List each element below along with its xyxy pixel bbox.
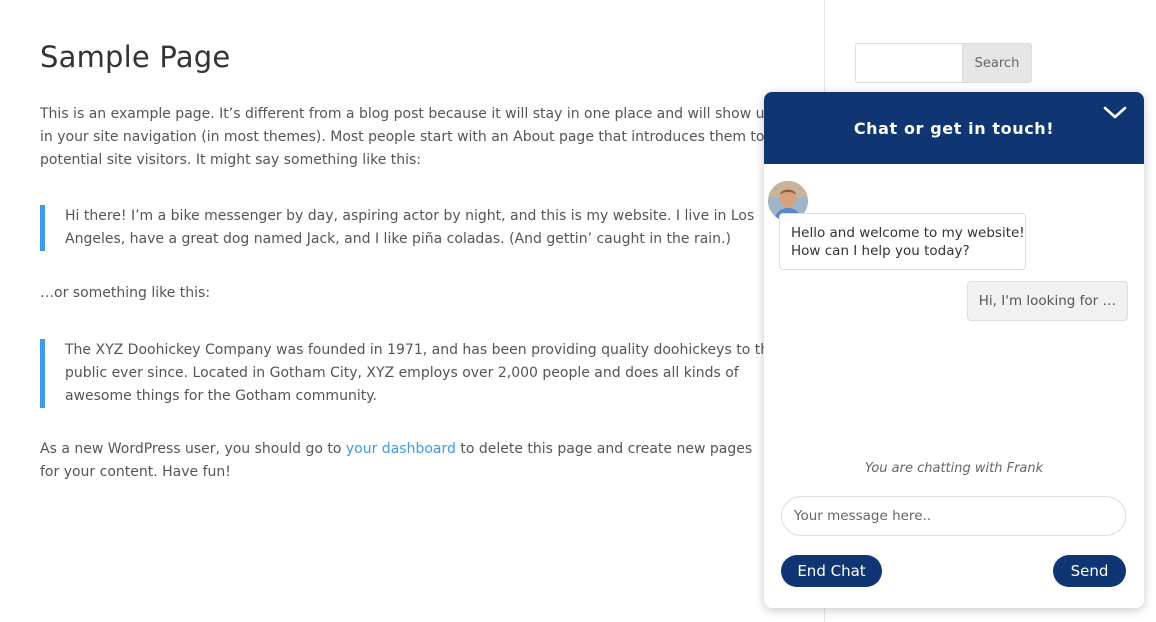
blockquote-text: Hi there! I’m a bike messenger by day, a… — [65, 208, 755, 247]
outro-paragraph: As a new WordPress user, you should go t… — [40, 438, 760, 484]
dashboard-link[interactable]: your dashboard — [346, 441, 456, 457]
blockquote-xyz-company: The XYZ Doohickey Company was founded in… — [40, 339, 785, 408]
send-button[interactable]: Send — [1053, 555, 1126, 587]
chevron-down-icon[interactable] — [1102, 102, 1128, 124]
outro-text-start: As a new WordPress user, you should go t… — [40, 441, 346, 457]
chat-header[interactable]: Chat or get in touch! — [764, 92, 1144, 164]
agent-message: Hello and welcome to my website! How can… — [779, 213, 1026, 270]
blockquote-bike-messenger: Hi there! I’m a bike messenger by day, a… — [40, 205, 785, 251]
chat-status: You are chatting with Frank — [864, 461, 1044, 476]
end-chat-button[interactable]: End Chat — [781, 555, 882, 587]
user-message: Hi, I'm looking for … — [966, 281, 1128, 321]
page-title: Sample Page — [40, 40, 231, 74]
agent-message-line: Hello and welcome to my website! — [791, 225, 1025, 241]
blockquote-text: The XYZ Doohickey Company was founded in… — [65, 342, 778, 404]
message-input[interactable] — [781, 496, 1126, 536]
chat-title: Chat or get in touch! — [853, 119, 1055, 138]
agent-message-line: How can I help you today? — [791, 243, 970, 259]
search-input[interactable] — [855, 43, 963, 83]
chat-widget: Chat or get in touch! Hello and welcome … — [764, 92, 1144, 608]
or-paragraph: …or something like this: — [40, 285, 211, 301]
intro-paragraph: This is an example page. It’s different … — [40, 106, 774, 168]
search-button[interactable]: Search — [962, 43, 1032, 83]
